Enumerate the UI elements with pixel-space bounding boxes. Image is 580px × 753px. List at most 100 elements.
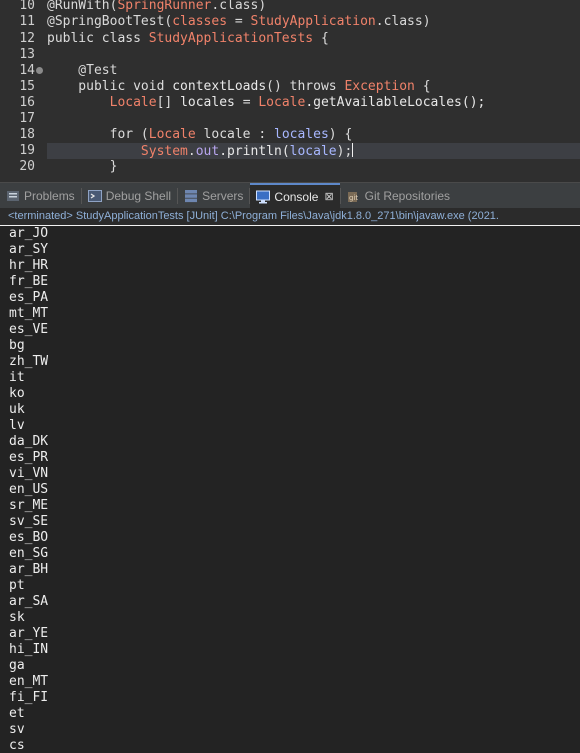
line-number: 19 [19, 143, 35, 158]
code-token: @SpringBootTest( [47, 14, 173, 29]
close-icon[interactable]: ⊠ [324, 190, 333, 203]
console-line: hi_IN [9, 642, 49, 657]
console-line: ko [9, 386, 25, 401]
code-token: out [195, 144, 220, 159]
code-token: ) { [328, 127, 353, 142]
code-token: classes [172, 14, 228, 29]
tab-problems[interactable]: Problems [0, 183, 81, 208]
tab-debug-shell[interactable]: Debug Shell [82, 183, 177, 208]
console-line: es_PA [9, 290, 49, 305]
code-line[interactable]: 14 @Test [0, 63, 580, 79]
tab-console[interactable]: Console ⊠ [250, 183, 340, 208]
code-token: [] [156, 95, 181, 110]
code-token: Exception [344, 79, 415, 94]
console-line: cs [9, 738, 25, 753]
code-line[interactable]: 13 [0, 47, 580, 63]
code-token: locales [274, 127, 329, 142]
code-text: System.out.println(locale); [47, 143, 354, 160]
tab-label: Debug Shell [105, 188, 172, 203]
line-number: 11 [19, 14, 35, 29]
console-line: es_VE [9, 322, 49, 337]
console-process-label: <terminated> StudyApplicationTests [JUni… [0, 208, 580, 225]
console-line: hr_HR [9, 258, 49, 273]
console-line: es_BO [9, 530, 49, 545]
console-line: sv [9, 722, 25, 737]
code-line[interactable]: 18 for (Locale locale : locales) { [0, 127, 580, 143]
code-text: Locale[] locales = Locale.getAvailableLo… [47, 95, 486, 111]
code-token: } [47, 159, 118, 174]
tab-label: Git Repositories [364, 188, 451, 203]
code-line[interactable]: 12 public class StudyApplicationTests { [0, 31, 580, 47]
code-token: Locale [258, 95, 306, 110]
console-line: en_SG [9, 546, 49, 561]
code-token: { [414, 79, 431, 94]
console-line: mt_MT [9, 306, 49, 321]
code-token: locale [289, 144, 337, 159]
code-token: for ( [47, 127, 149, 142]
fold-marker-icon[interactable] [36, 67, 43, 74]
code-token: ); [336, 144, 353, 159]
text-caret [352, 143, 354, 157]
servers-icon [184, 189, 198, 203]
line-number: 12 [19, 31, 35, 46]
code-token: StudyApplication [250, 14, 376, 29]
code-token: public class [47, 31, 149, 46]
code-line[interactable]: 20 } [0, 159, 580, 175]
tab-servers[interactable]: Servers [178, 183, 249, 208]
tab-git-repositories[interactable]: git Git Repositories [341, 183, 456, 208]
code-line[interactable]: 10 @RunWith(SpringRunner.class) [0, 0, 580, 14]
console-line: lv [9, 418, 25, 433]
tab-label: Servers [202, 188, 244, 203]
console-line: bg [9, 338, 25, 353]
console-line: zh_TW [9, 354, 49, 369]
line-number: 15 [19, 79, 35, 94]
code-editor[interactable]: 10 @RunWith(SpringRunner.class) 11 @SpringB… [0, 0, 580, 182]
console-output[interactable]: ar_JO ar_SY hr_HR fr_BE es_PA mt_MT es_VE bg zh_… [0, 226, 580, 753]
console-line: vi_VN [9, 466, 49, 481]
line-number: 14 [19, 63, 35, 78]
code-line[interactable]: 19 System.out.println(locale); [19, 143, 580, 160]
console-line: es_PR [9, 450, 49, 465]
code-token: = [234, 95, 259, 110]
console-line: pt [9, 578, 25, 593]
console-line: et [9, 706, 25, 721]
console-line: sv_SE [9, 514, 49, 529]
code-token: () throws [266, 79, 345, 94]
code-text: for (Locale locale : locales) { [47, 127, 353, 143]
tab-label: Console [274, 189, 319, 204]
code-line[interactable]: 11 @SpringBootTest(classes = StudyApplica… [0, 14, 580, 30]
console-line: da_DK [9, 434, 49, 449]
line-number: 13 [19, 47, 35, 62]
console-line: sr_ME [9, 498, 49, 513]
code-text: @Test [47, 63, 117, 79]
code-token: locales [180, 95, 235, 110]
code-token: { [313, 31, 329, 46]
code-token: Locale [109, 95, 157, 110]
console-line: ar_YE [9, 626, 49, 641]
console-line: sk [9, 610, 25, 625]
console-line: ar_SA [9, 594, 49, 609]
console-line: ar_BH [9, 562, 49, 577]
line-number: 18 [19, 127, 35, 142]
code-token: = [227, 14, 251, 29]
code-token: System [140, 144, 188, 159]
code-line[interactable]: 15 public void contextLoads() throws Exc… [0, 79, 580, 95]
console-line: ga [9, 658, 25, 673]
console-line: it [9, 370, 25, 385]
code-token: locale : [195, 127, 274, 142]
git-repositories-icon: git [347, 189, 361, 203]
code-line[interactable]: 16 Locale[] locales = Locale.getAvailabl… [0, 95, 580, 111]
console-line: en_MT [9, 674, 49, 689]
code-token: .getAvailableLocales(); [305, 95, 486, 110]
code-token: contextLoads [172, 79, 267, 94]
code-token: .class) [211, 0, 267, 13]
tab-label: Problems [24, 188, 75, 203]
console-line: ar_SY [9, 242, 49, 257]
console-line: uk [9, 402, 25, 417]
console-line: en_US [9, 482, 49, 497]
code-line[interactable]: 17 [0, 111, 580, 127]
code-text: @SpringBootTest(classes = StudyApplicati… [47, 14, 431, 30]
console-line: fi_FI [9, 690, 49, 705]
